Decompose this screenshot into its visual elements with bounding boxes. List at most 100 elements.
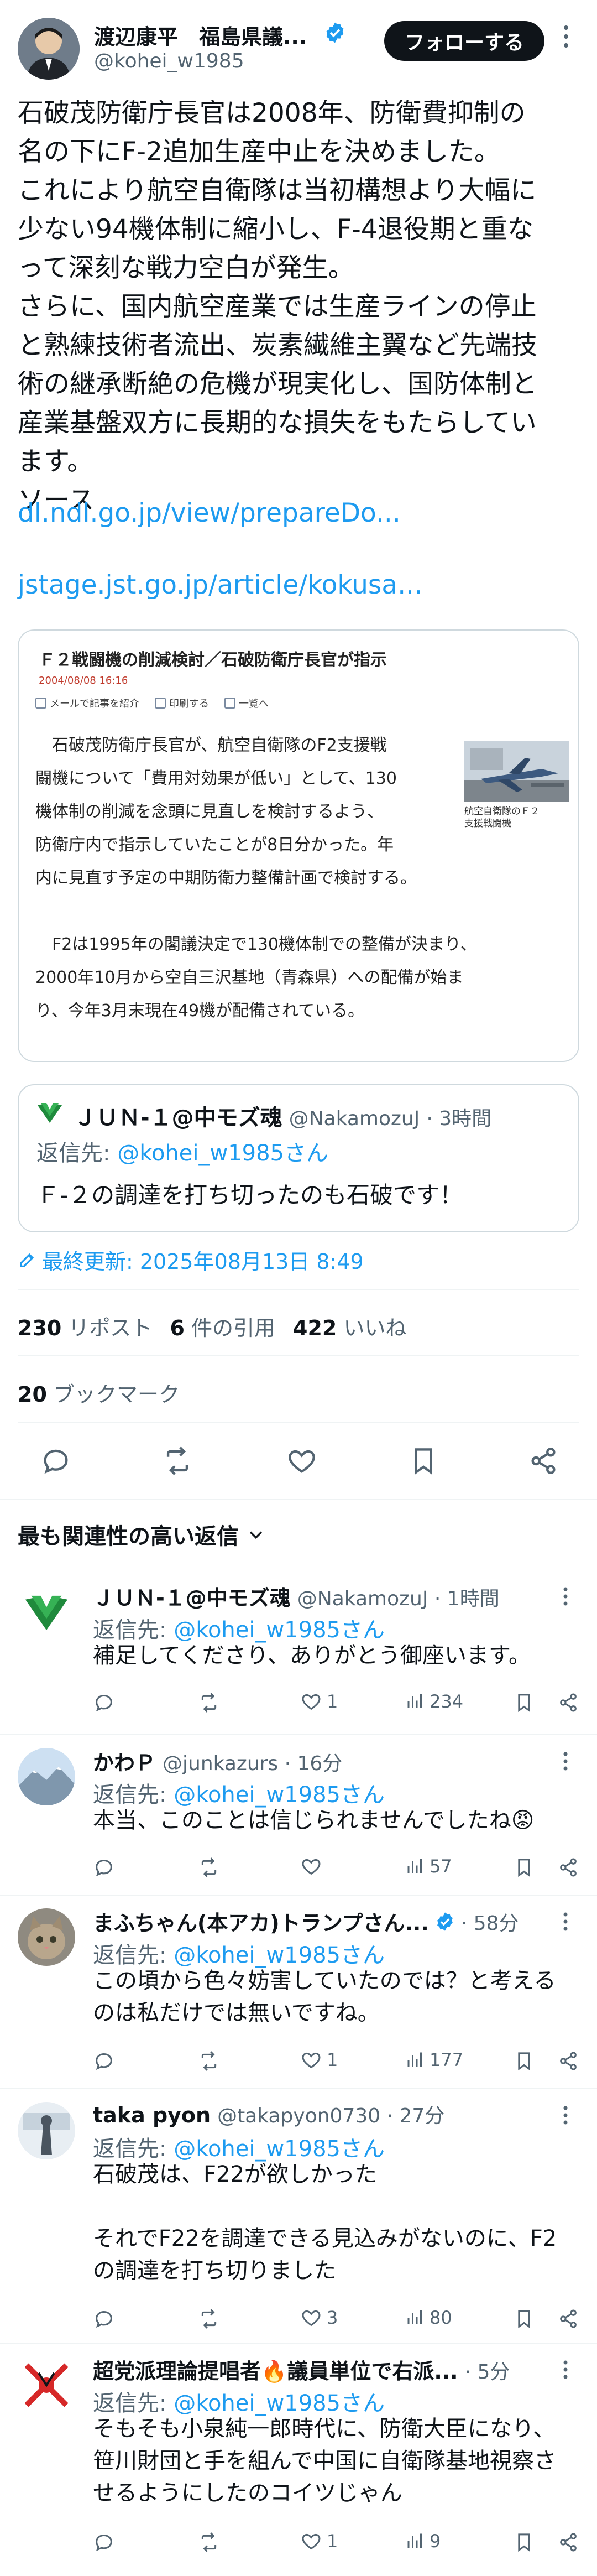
source-link-jstage[interactable]: jstage.jst.go.jp/article/kokusa... (18, 570, 422, 600)
reply-like-button[interactable]: 1 (300, 1690, 338, 1713)
quote-author-handle[interactable]: @NakamozuJ (289, 1107, 420, 1130)
reply-action-bar: 1 234 (93, 1690, 579, 1718)
last-updated-text: 最終更新: 2025年08月13日 8:49 (42, 1250, 364, 1274)
divider (18, 1422, 579, 1423)
quoted-tweet[interactable]: ＪＵＮ-１@中モズ魂 @NakamozuJ · 3時間 返信先: @kohei_… (18, 1084, 579, 1232)
reply-more-icon[interactable] (563, 2360, 568, 2380)
reply-author-name[interactable]: taka pyon (93, 2103, 211, 2127)
reply-icon[interactable] (93, 1692, 115, 1714)
share-icon[interactable] (557, 2531, 579, 2553)
reply-author-name[interactable]: まふちゃん(本アカ)トランプさん... (93, 1906, 429, 1937)
reply-item[interactable]: taka pyon @takapyon0730 · 27分 返信先: @kohe… (0, 2091, 597, 2345)
reply-more-icon[interactable] (563, 2105, 568, 2125)
reply-avatar[interactable] (18, 1584, 75, 1642)
article-title: Ｆ２戦闘機の削減検討／石破防衛庁長官が指示 (39, 650, 387, 670)
reply-icon[interactable] (93, 1856, 115, 1878)
reply-author-name[interactable]: かわＰ (93, 1746, 156, 1776)
quotes-stat[interactable]: 6 件の引用 (170, 1311, 275, 1341)
divider (0, 2088, 597, 2089)
like-heart-icon[interactable] (286, 1445, 318, 1477)
reply-views[interactable]: 177 (405, 2049, 463, 2071)
chevron-down-icon (249, 1531, 263, 1539)
reply-author-name[interactable]: ＪＵＮ-１@中モズ魂 (93, 1581, 291, 1611)
share-icon[interactable] (557, 1692, 579, 1714)
reply-meta[interactable]: @junkazurs · 16分 (163, 1747, 342, 1776)
reposts-stat[interactable]: 230 リポスト (18, 1311, 152, 1341)
quote-reply-to: 返信先: @kohei_w1985さん (36, 1135, 328, 1167)
reply-more-icon[interactable] (563, 1586, 568, 1606)
reply-icon[interactable] (93, 2050, 115, 2072)
bookmark-icon[interactable] (513, 2531, 535, 2553)
share-icon[interactable] (557, 2050, 579, 2072)
bookmark-icon[interactable] (407, 1445, 439, 1477)
bookmark-icon[interactable] (513, 1692, 535, 1714)
reply-avatar[interactable] (18, 1908, 75, 1966)
source-link-ndl[interactable]: dl.ndl.go.jp/view/prepareDo... (18, 498, 401, 528)
divider (0, 1499, 597, 1500)
photo-caption: 航空自衛隊のＦ２ 支援戦闘機 (464, 806, 540, 829)
divider (18, 1289, 579, 1290)
reply-item[interactable]: 超党派理論提唱者🔥議員単位で右派... · 5分 返信先: @kohei_w19… (0, 2345, 597, 2576)
bookmark-icon[interactable] (513, 2050, 535, 2072)
last-updated[interactable]: 最終更新: 2025年08月13日 8:49 (18, 1245, 364, 1275)
reply-like-button[interactable]: 1 (300, 2049, 338, 2071)
author-avatar[interactable] (18, 18, 80, 80)
article-image-card[interactable]: Ｆ２戦闘機の削減検討／石破防衛庁長官が指示 2004/08/08 16:16 メ… (18, 629, 579, 1062)
more-options-icon[interactable] (563, 23, 569, 55)
reply-more-icon[interactable] (563, 1912, 568, 1932)
reply-like-button[interactable]: 1 (300, 2530, 338, 2552)
reply-views[interactable]: 57 (405, 1855, 452, 1877)
author-name[interactable]: 渡辺康平 福島県議... (94, 20, 307, 50)
reply-meta[interactable]: · 58分 (461, 1907, 519, 1936)
reply-avatar[interactable] (18, 2356, 75, 2414)
reply-like-button[interactable] (300, 1855, 327, 1877)
repost-icon[interactable] (198, 2308, 220, 2330)
article-line: F2は1995年の閣議決定で130機体制での整備が決まり、 (35, 935, 477, 954)
divider (0, 1895, 597, 1896)
replies-sort-dropdown[interactable]: 最も関連性の高い返信 (18, 1518, 265, 1550)
bookmarks-stat[interactable]: 20 ブックマーク (18, 1377, 180, 1408)
reply-meta[interactable]: · 5分 (465, 2356, 510, 2385)
repost-icon[interactable] (198, 1856, 220, 1878)
bookmarks-label: ブックマーク (53, 1382, 180, 1407)
bookmark-icon[interactable] (513, 1856, 535, 1878)
article-tool-print[interactable]: 印刷する (155, 696, 209, 710)
likes-stat[interactable]: 422 いいね (293, 1311, 406, 1341)
tweet-line: 術の継承断絶の危機が現実化し、国防体制と (18, 369, 537, 399)
reply-author-name[interactable]: 超党派理論提唱者🔥議員単位で右派... (93, 2354, 458, 2385)
repost-icon[interactable] (198, 1692, 220, 1714)
quote-author-name[interactable]: ＪＵＮ-１@中モズ魂 (74, 1100, 282, 1132)
reply-item[interactable]: まふちゃん(本アカ)トランプさん... · 58分 返信先: @kohei_w1… (0, 1897, 597, 2091)
reply-views[interactable]: 234 (405, 1690, 463, 1713)
reply-icon[interactable] (93, 2531, 115, 2553)
repost-icon[interactable] (161, 1445, 193, 1477)
reply-meta[interactable]: @NakamozuJ · 1時間 (297, 1583, 500, 1611)
author-handle[interactable]: @kohei_w1985 (94, 50, 244, 72)
reply-views[interactable]: 9 (405, 2530, 441, 2552)
reply-header: taka pyon @takapyon0730 · 27分 (93, 2100, 444, 2129)
repost-icon[interactable] (198, 2531, 220, 2553)
share-icon[interactable] (527, 1445, 559, 1477)
reply-icon[interactable] (40, 1445, 72, 1477)
reply-avatar[interactable] (18, 2102, 75, 2159)
article-tool-mail[interactable]: メールで記事を紹介 (35, 696, 139, 710)
reply-item[interactable]: かわＰ @junkazurs · 16分 返信先: @kohei_w1985さん… (0, 1737, 597, 1897)
reply-views[interactable]: 80 (405, 2307, 452, 2329)
reply-more-icon[interactable] (563, 1751, 568, 1771)
reply-item[interactable]: ＪＵＮ-１@中モズ魂 @NakamozuJ · 1時間 返信先: @kohei_… (0, 1571, 597, 1737)
reply-icon[interactable] (93, 2308, 115, 2330)
share-icon[interactable] (557, 1856, 579, 1878)
reply-handle[interactable]: @kohei_w1985さん (117, 1141, 328, 1166)
reply-meta[interactable]: @takapyon0730 · 27分 (217, 2100, 444, 2129)
reply-avatar[interactable] (18, 1748, 75, 1805)
quote-header: ＪＵＮ-１@中モズ魂 @NakamozuJ · 3時間 (74, 1100, 491, 1132)
like-count: 1 (327, 1691, 338, 1712)
follow-button[interactable]: フォローする (384, 21, 544, 61)
verified-badge-icon (437, 1912, 453, 1931)
bookmark-icon[interactable] (513, 2308, 535, 2330)
reply-like-button[interactable]: 3 (300, 2307, 338, 2329)
repost-icon[interactable] (198, 2050, 220, 2072)
share-icon[interactable] (557, 2308, 579, 2330)
reply-line: 補足してくださり、ありがとう御座います。 (93, 1643, 531, 1668)
article-tool-list[interactable]: 一覧へ (224, 696, 269, 710)
